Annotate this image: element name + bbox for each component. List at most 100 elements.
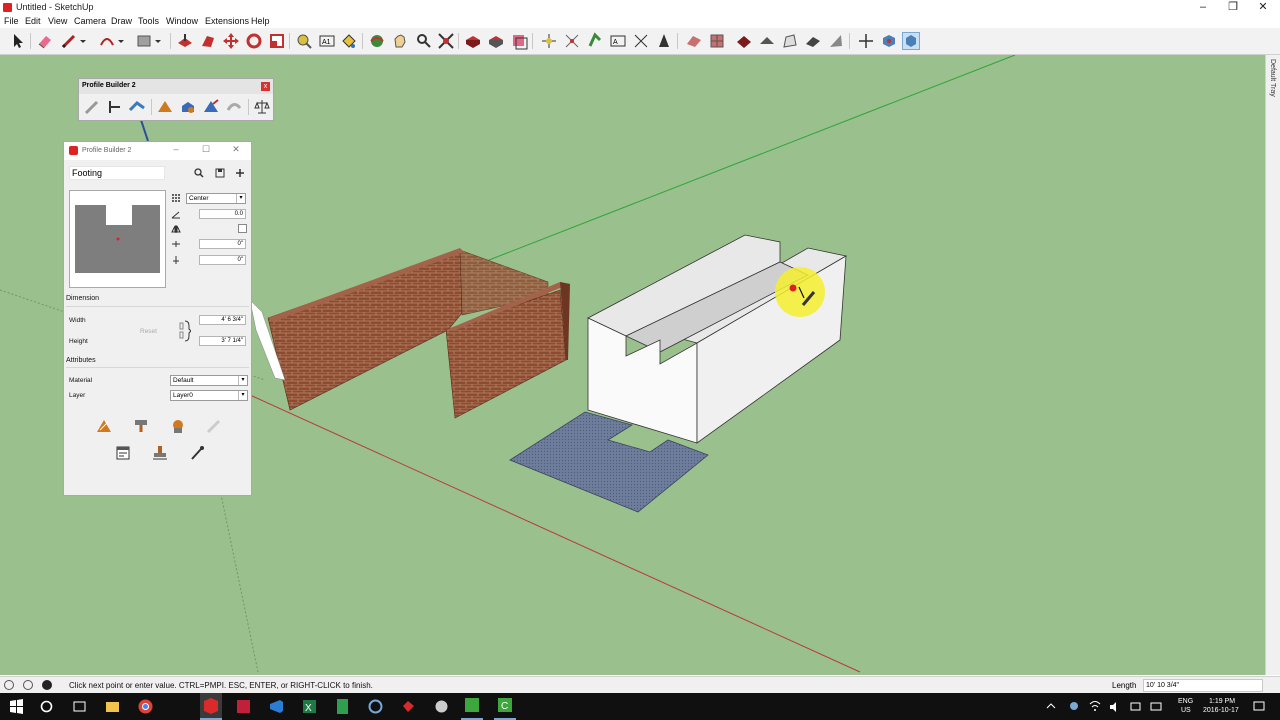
camtasia-icon[interactable]: [461, 693, 483, 720]
menu-window[interactable]: Window: [166, 16, 198, 26]
language-indicator[interactable]: ENG: [1178, 698, 1193, 705]
zoom-extents-icon[interactable]: [437, 32, 455, 50]
wifi-icon[interactable]: [1089, 698, 1101, 715]
sandbox-detail-icon[interactable]: [781, 32, 799, 50]
visual-studio-icon[interactable]: [268, 698, 285, 715]
rotation-input[interactable]: 0.0: [199, 209, 246, 219]
close-button[interactable]: ✕: [1248, 0, 1278, 15]
arc-icon[interactable]: [98, 32, 116, 50]
geo-location-icon[interactable]: [4, 680, 14, 690]
chevron-down-icon[interactable]: [153, 32, 163, 50]
menu-file[interactable]: File: [4, 16, 19, 26]
build-profile-icon[interactable]: [95, 417, 113, 435]
sheets-icon[interactable]: [334, 698, 351, 715]
look-around-icon[interactable]: [632, 32, 650, 50]
sandbox-stamp-icon[interactable]: [735, 32, 753, 50]
measurements-input[interactable]: 10' 10 3/4": [1143, 679, 1263, 692]
chevron-down-icon[interactable]: [78, 32, 88, 50]
profile-pencil-icon[interactable]: [83, 98, 101, 116]
profile-picker-icon[interactable]: [106, 98, 124, 116]
add-icon[interactable]: [235, 168, 245, 178]
profile-material-icon[interactable]: [169, 417, 187, 435]
profile-library-icon[interactable]: [114, 444, 132, 462]
3d-text-icon[interactable]: [563, 32, 581, 50]
component-icon[interactable]: [464, 32, 482, 50]
app-red-2-icon[interactable]: [400, 698, 417, 715]
navigation-cube-icon[interactable]: [880, 32, 898, 50]
volume-icon[interactable]: [1109, 698, 1121, 715]
minimize-button[interactable]: –: [1188, 0, 1218, 15]
paint-profile-icon[interactable]: [132, 417, 150, 435]
save-icon[interactable]: [215, 168, 225, 178]
width-input[interactable]: 4' 6 3/4": [199, 315, 246, 325]
sketchup-taskbar-icon[interactable]: [200, 693, 222, 720]
zoom-icon[interactable]: [414, 32, 432, 50]
app-gray-icon[interactable]: [433, 698, 450, 715]
cortana-icon[interactable]: [38, 698, 55, 715]
pan-icon[interactable]: [391, 32, 409, 50]
restore-button[interactable]: ❐: [1218, 0, 1248, 15]
select-tool-icon[interactable]: [9, 32, 27, 50]
move-icon[interactable]: [222, 32, 240, 50]
eyedropper-icon[interactable]: [188, 444, 206, 462]
search-icon[interactable]: [194, 168, 204, 178]
navigation-move-icon[interactable]: [857, 32, 875, 50]
section-plane-icon[interactable]: [510, 32, 528, 50]
sandbox-contours-icon[interactable]: [827, 32, 845, 50]
toolbar-close-button[interactable]: x: [261, 82, 270, 91]
sandbox-grid-icon[interactable]: [708, 32, 726, 50]
paint-bucket-icon[interactable]: [340, 32, 358, 50]
camtasia-recorder-icon[interactable]: C: [494, 693, 516, 720]
sandbox-smoove-icon[interactable]: [685, 32, 703, 50]
menu-edit[interactable]: Edit: [25, 16, 41, 26]
clock-date[interactable]: 2016-10-17: [1203, 707, 1239, 714]
menu-tools[interactable]: Tools: [138, 16, 159, 26]
layer-select[interactable]: Layer0 ▾: [170, 390, 248, 401]
clock-time[interactable]: 1:19 PM: [1209, 698, 1235, 705]
profile-name-input[interactable]: Footing: [69, 166, 165, 180]
credits-icon[interactable]: [23, 680, 33, 690]
menu-draw[interactable]: Draw: [111, 16, 132, 26]
dimension-icon[interactable]: A1: [318, 32, 336, 50]
group-icon[interactable]: [487, 32, 505, 50]
chevron-down-icon[interactable]: [116, 32, 126, 50]
eraser-icon[interactable]: [36, 32, 54, 50]
sandbox-drape-icon[interactable]: [758, 32, 776, 50]
link-dimensions-icon[interactable]: [179, 320, 192, 342]
excel-icon[interactable]: X: [301, 698, 318, 715]
file-explorer-icon[interactable]: [104, 698, 121, 715]
reset-button[interactable]: Reset: [140, 328, 157, 335]
rectangle-icon[interactable]: [135, 32, 153, 50]
window-close-button[interactable]: ✕: [228, 144, 244, 158]
menu-help[interactable]: Help: [251, 16, 270, 26]
toolbar-header[interactable]: Profile Builder 2 x: [79, 79, 273, 94]
show-hidden-icons-icon[interactable]: [1045, 698, 1057, 715]
rotate-icon[interactable]: [245, 32, 263, 50]
reverse-icon[interactable]: [225, 98, 243, 116]
offset-y-input[interactable]: 0": [199, 255, 246, 265]
scale-icon[interactable]: [268, 32, 286, 50]
app-red-icon[interactable]: [235, 698, 252, 715]
network-app-icon[interactable]: [367, 698, 384, 715]
window-minimize-button[interactable]: –: [168, 144, 184, 158]
navigation-extension-icon[interactable]: [902, 32, 920, 50]
follow-me-icon[interactable]: [199, 32, 217, 50]
build-with-faces-icon[interactable]: [156, 98, 174, 116]
user-icon[interactable]: [42, 680, 52, 690]
position-camera-icon[interactable]: [655, 32, 673, 50]
axes-icon[interactable]: [540, 32, 558, 50]
offset-x-input[interactable]: 0": [199, 239, 246, 249]
window-title-bar[interactable]: Profile Builder 2 – ☐ ✕: [64, 142, 251, 160]
tray-app-icon[interactable]: [1068, 698, 1080, 715]
balance-icon[interactable]: [253, 98, 271, 116]
alignment-select[interactable]: Center ▾: [186, 193, 246, 204]
menu-camera[interactable]: Camera: [74, 16, 106, 26]
notifications-icon[interactable]: [1252, 698, 1266, 715]
profile-stamp-icon[interactable]: [151, 444, 169, 462]
menu-extensions[interactable]: Extensions: [205, 16, 249, 26]
chrome-icon[interactable]: [137, 698, 154, 715]
profile-pencil-disabled-icon[interactable]: [205, 417, 223, 435]
default-tray-collapsed[interactable]: Default Tray: [1265, 55, 1280, 675]
battery-icon[interactable]: [1130, 698, 1142, 715]
text-icon[interactable]: A: [609, 32, 627, 50]
